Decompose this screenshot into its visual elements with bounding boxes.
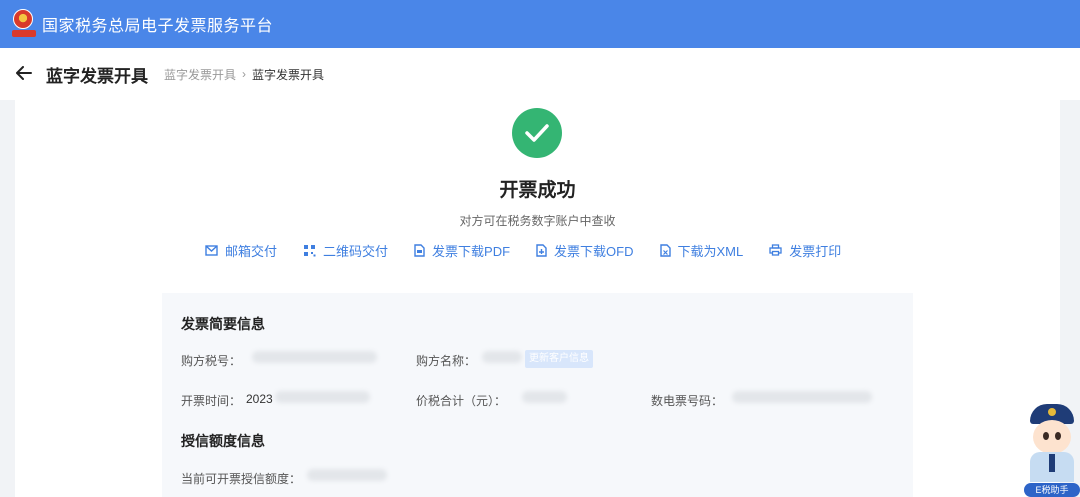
platform-title: 国家税务总局电子发票服务平台 [42,18,274,35]
issue-time-value: 2023 [246,392,273,406]
update-customer-button[interactable]: 更新客户信息 [525,350,593,368]
result-card: 开票成功 对方可在税务数字账户中查收 邮箱交付 二维码交付 发票下载PDF 发票… [15,100,1060,497]
breadcrumb-separator-icon: › [242,67,247,81]
mascot-face [1033,420,1071,454]
issue-time-label: 开票时间： [181,394,242,408]
mascot-tie [1049,454,1055,472]
buyer-tax-id-value-redacted [252,351,377,363]
qrcode-delivery-button[interactable]: 二维码交付 [303,241,388,260]
back-arrow-icon[interactable] [16,64,32,84]
print-invoice-button[interactable]: 发票打印 [769,241,841,260]
mascot-eye [1055,432,1061,440]
buyer-tax-id-label: 购方税号： [181,354,242,368]
ofd-file-icon [536,243,547,257]
invoice-summary-panel: 发票简要信息 购方税号： 购方名称： 更新客户信息 开票时间： 2023 价税合… [162,293,913,497]
breadcrumb-current: 蓝字发票开具 [252,67,325,82]
success-subtitle: 对方可在税务数字账户中查收 [459,214,616,228]
page-header: 蓝字发票开具 蓝字发票开具 › 蓝字发票开具 [0,48,1080,100]
summary-section-title: 发票简要信息 [181,316,265,332]
check-circle-icon [512,108,562,158]
tax-emblem-icon [12,9,36,39]
success-title: 开票成功 [499,180,576,201]
qrcode-delivery-label: 二维码交付 [323,243,389,259]
delivery-actions: 邮箱交付 二维码交付 发票下载PDF 发票下载OFD 下载为XML 发票打印 [205,240,867,260]
mail-icon [205,244,218,256]
download-xml-label: 下载为XML [677,243,744,259]
download-xml-button[interactable]: 下载为XML [659,241,744,260]
available-credit-value-redacted [307,469,387,481]
download-ofd-button[interactable]: 发票下载OFD [536,241,634,260]
invoice-number-label: 数电票号码： [651,394,724,408]
issue-time-value-redacted [275,391,370,403]
buyer-name-value-redacted [482,351,522,363]
email-delivery-button[interactable]: 邮箱交付 [205,241,277,260]
print-invoice-label: 发票打印 [789,243,842,259]
buyer-name-label: 购方名称： [416,354,477,368]
total-amount-label: 价税合计（元）： [416,394,507,408]
invoice-number-value-redacted [732,391,872,403]
download-ofd-label: 发票下载OFD [554,243,634,259]
download-pdf-button[interactable]: 发票下载PDF [414,241,510,260]
printer-icon [769,244,782,256]
page-title: 蓝字发票开具 [46,66,148,86]
xml-file-icon [659,243,671,257]
available-credit-label: 当前可开票授信额度： [181,472,302,486]
mascot-eye [1043,432,1049,440]
breadcrumb-parent[interactable]: 蓝字发票开具 [164,66,236,83]
assistant-mascot[interactable]: E税助手 [1024,400,1080,497]
pdf-file-icon [414,243,425,257]
mascot-badge-icon [1048,408,1056,416]
qrcode-icon [304,244,316,256]
email-delivery-label: 邮箱交付 [225,243,278,259]
total-amount-value-redacted [522,391,567,403]
download-pdf-label: 发票下载PDF [432,243,511,259]
credit-section-title: 授信额度信息 [181,433,265,449]
mascot-label[interactable]: E税助手 [1024,483,1080,497]
top-bar: 国家税务总局电子发票服务平台 [0,0,1080,48]
